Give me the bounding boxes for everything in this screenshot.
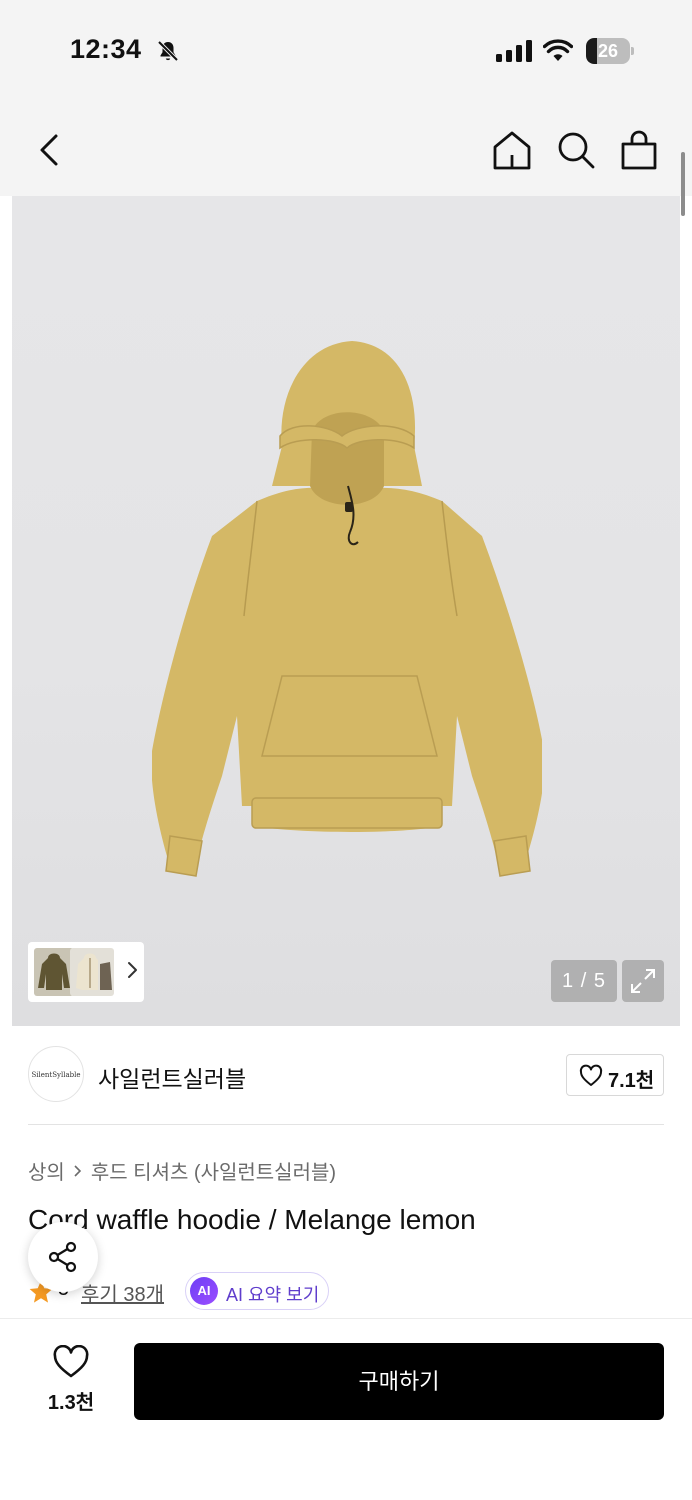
breadcrumb: 상의 후드 티셔츠 (사일런트실러블) [28,1156,336,1185]
heart-icon [53,1344,89,1378]
product-image [152,341,542,877]
ai-badge-icon: AI [190,1277,218,1305]
review-count-link[interactable]: 후기 38개 [81,1278,164,1307]
heart-icon [579,1064,603,1086]
brand-like-button[interactable]: 7.1천 [566,1054,664,1096]
shopping-bag-icon[interactable] [619,130,659,170]
signal-icon [496,40,532,62]
brand-name[interactable]: 사일런트실러블 [98,1060,246,1094]
wishlist-button[interactable]: 1.3천 [40,1344,102,1417]
wishlist-count: 1.3천 [47,1392,95,1414]
thumbnail-3[interactable] [98,948,114,996]
product-title: Cord waffle hoodie / Melange lemon [28,1204,476,1235]
fullscreen-button[interactable] [622,960,664,1002]
ai-summary-label: AI 요약 보기 [226,1285,320,1305]
status-time: 12:34 [70,34,142,64]
battery-icon: 26 [586,38,634,64]
home-icon[interactable] [492,130,532,170]
bell-off-icon [157,40,179,62]
rating-row: 5 후기 38개 AI AI 요약 보기 [28,1272,668,1312]
search-icon[interactable] [556,130,596,170]
status-bar: 12:34 26 [0,0,692,100]
bottom-action-bar: 1.3천 구매하기 [0,1318,692,1500]
scroll-indicator [681,152,685,216]
battery-level: 26 [597,41,619,61]
back-arrow-icon[interactable] [30,130,70,170]
thumbnail-1[interactable] [34,948,74,996]
expand-icon [631,969,655,993]
ai-summary-button[interactable]: AI AI 요약 보기 [185,1272,329,1310]
chevron-right-icon [74,1165,81,1177]
divider [28,1124,664,1125]
image-page-indicator: 1 / 5 [551,960,617,1002]
brand-row: SilentSyllable 사일런트실러블 7.1천 [0,1026,692,1126]
brand-like-count: 7.1천 [608,1070,655,1092]
chevron-right-icon[interactable] [126,958,140,982]
breadcrumb-subcategory[interactable]: 후드 티셔츠 (사일런트실러블) [91,1162,336,1184]
share-button[interactable] [28,1222,98,1292]
brand-logo[interactable]: SilentSyllable [28,1046,84,1102]
breadcrumb-category[interactable]: 상의 [28,1162,65,1184]
wifi-icon [543,39,573,61]
buy-button[interactable]: 구매하기 [134,1343,664,1420]
thumbnail-strip[interactable] [28,942,144,1002]
top-nav-bar [0,100,692,196]
product-image-gallery[interactable]: 1 / 5 [12,196,680,1026]
share-icon [48,1241,77,1273]
